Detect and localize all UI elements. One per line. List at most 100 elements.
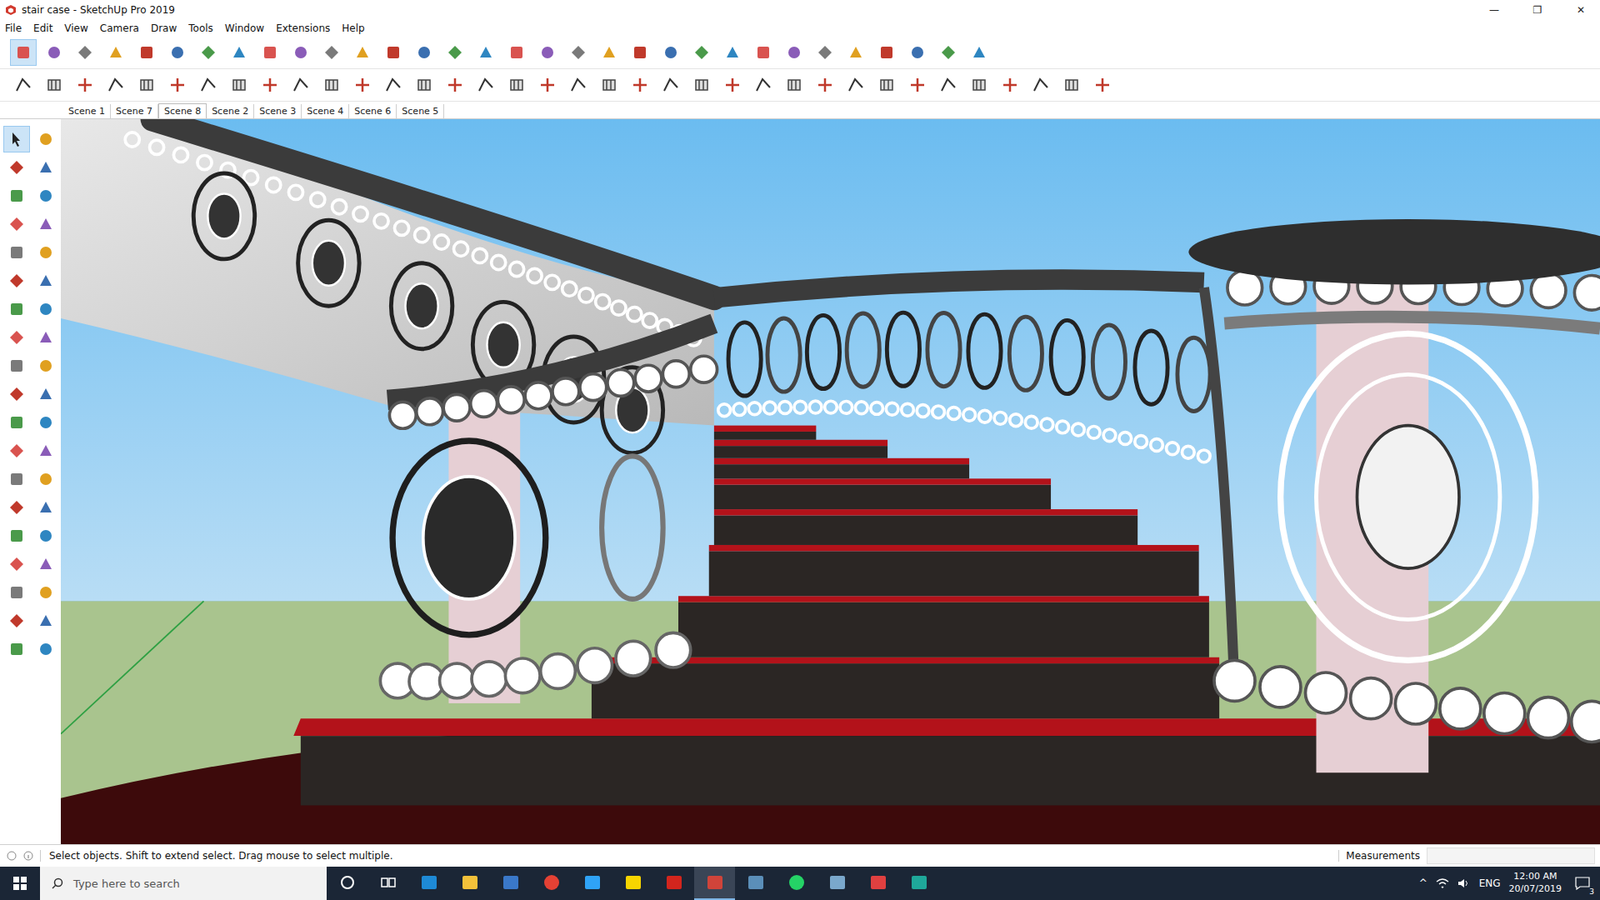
toolbar-button[interactable] bbox=[935, 71, 962, 99]
toolbar-button[interactable] bbox=[318, 71, 345, 99]
toolbar-button[interactable] bbox=[3, 607, 30, 635]
toolbar-button[interactable] bbox=[503, 39, 530, 66]
toolbar-button[interactable] bbox=[32, 437, 60, 465]
scene-tab[interactable]: Scene 8 bbox=[158, 103, 207, 119]
toolbar-button[interactable] bbox=[71, 39, 99, 66]
toolbar-button[interactable] bbox=[472, 71, 500, 99]
toolbar-button[interactable] bbox=[3, 324, 30, 351]
toolbar-button[interactable] bbox=[164, 39, 191, 66]
toolbar-button[interactable] bbox=[3, 154, 30, 181]
taskbar-app[interactable] bbox=[490, 866, 531, 900]
taskbar-app[interactable] bbox=[735, 866, 776, 900]
toolbar-button[interactable] bbox=[287, 39, 315, 66]
toolbar-button[interactable] bbox=[3, 409, 30, 436]
toolbar-button[interactable] bbox=[750, 39, 777, 66]
toolbar-button[interactable] bbox=[40, 71, 68, 99]
toolbar-button[interactable] bbox=[1058, 71, 1085, 99]
notification-button[interactable]: 3 bbox=[1570, 870, 1595, 896]
taskbar-app[interactable] bbox=[898, 866, 940, 900]
toolbar-button[interactable] bbox=[3, 125, 30, 153]
toolbar-button[interactable] bbox=[780, 71, 808, 99]
toolbar-button[interactable] bbox=[32, 295, 60, 323]
scene-tab[interactable]: Scene 5 bbox=[396, 104, 445, 119]
toolbar-button[interactable] bbox=[225, 71, 253, 99]
taskbar-app[interactable] bbox=[653, 866, 695, 900]
start-button[interactable] bbox=[0, 866, 40, 900]
toolbar-button[interactable] bbox=[534, 71, 561, 99]
toolbar-button[interactable] bbox=[256, 71, 284, 99]
toolbar-button[interactable] bbox=[996, 71, 1024, 99]
taskbar-app[interactable] bbox=[857, 866, 899, 900]
toolbar-button[interactable] bbox=[904, 39, 931, 66]
toolbar-button[interactable] bbox=[503, 71, 530, 99]
model-viewport[interactable] bbox=[60, 119, 1600, 845]
toolbar-button[interactable] bbox=[626, 39, 654, 66]
toolbar-button[interactable] bbox=[719, 71, 746, 99]
toolbar-button[interactable] bbox=[256, 39, 284, 66]
toolbar-button[interactable] bbox=[318, 39, 345, 66]
menu-item[interactable]: Draw bbox=[150, 22, 177, 35]
toolbar-button[interactable] bbox=[380, 71, 407, 99]
taskbar-search[interactable]: Type here to search bbox=[40, 866, 327, 900]
measurements-input[interactable] bbox=[1426, 847, 1595, 865]
toolbar-button[interactable] bbox=[32, 182, 60, 210]
taskbar-app[interactable] bbox=[694, 866, 735, 900]
network-icon[interactable] bbox=[1435, 877, 1450, 890]
taskbar-app[interactable] bbox=[816, 866, 858, 900]
toolbar-button[interactable] bbox=[657, 71, 685, 99]
toolbar-button[interactable] bbox=[3, 182, 30, 210]
toolbar-button[interactable] bbox=[164, 71, 191, 99]
volume-icon[interactable] bbox=[1457, 877, 1471, 890]
menu-item[interactable]: View bbox=[64, 22, 88, 35]
toolbar-button[interactable] bbox=[3, 210, 30, 238]
toolbar-button[interactable] bbox=[10, 71, 37, 99]
toolbar-button[interactable] bbox=[32, 239, 60, 266]
toolbar-button[interactable] bbox=[3, 239, 30, 266]
toolbar-button[interactable] bbox=[965, 39, 993, 66]
scene-tab[interactable]: Scene 1 bbox=[63, 104, 111, 119]
window-control-button[interactable]: ❐ bbox=[1518, 0, 1557, 20]
toolbar-button[interactable] bbox=[811, 39, 839, 66]
toolbar-button[interactable] bbox=[719, 39, 746, 66]
toolbar-button[interactable] bbox=[3, 380, 30, 408]
toolbar-button[interactable] bbox=[842, 39, 870, 66]
toolbar-button[interactable] bbox=[657, 39, 685, 66]
scene-tab[interactable]: Scene 2 bbox=[206, 104, 255, 119]
toolbar-button[interactable] bbox=[688, 39, 715, 66]
toolbar-button[interactable] bbox=[811, 71, 839, 99]
toolbar-button[interactable] bbox=[626, 71, 654, 99]
taskbar-app[interactable] bbox=[571, 866, 613, 900]
taskbar-app[interactable] bbox=[449, 866, 490, 900]
language-indicator[interactable]: ENG bbox=[1479, 877, 1501, 890]
toolbar-button[interactable] bbox=[904, 71, 931, 99]
toolbar-button[interactable] bbox=[410, 71, 438, 99]
toolbar-button[interactable] bbox=[32, 635, 60, 663]
toolbar-button[interactable] bbox=[32, 210, 60, 238]
toolbar-button[interactable] bbox=[441, 39, 469, 66]
info-icon[interactable] bbox=[23, 850, 34, 861]
toolbar-button[interactable] bbox=[873, 39, 900, 66]
toolbar-button[interactable] bbox=[3, 267, 30, 295]
taskbar-app[interactable] bbox=[367, 866, 409, 900]
menu-item[interactable]: Tools bbox=[188, 22, 214, 35]
toolbar-button[interactable] bbox=[3, 295, 30, 323]
toolbar-button[interactable] bbox=[40, 39, 68, 66]
menu-item[interactable]: Window bbox=[225, 22, 265, 35]
toolbar-button[interactable] bbox=[32, 522, 60, 550]
toolbar-button[interactable] bbox=[1089, 71, 1116, 99]
toolbar-button[interactable] bbox=[32, 409, 60, 436]
toolbar-button[interactable] bbox=[750, 71, 777, 99]
toolbar-button[interactable] bbox=[102, 39, 130, 66]
taskbar-app[interactable] bbox=[408, 866, 450, 900]
toolbar-button[interactable] bbox=[133, 39, 160, 66]
window-control-button[interactable]: ✕ bbox=[1561, 0, 1600, 20]
menu-item[interactable]: Edit bbox=[33, 22, 53, 35]
toolbar-button[interactable] bbox=[32, 125, 60, 153]
toolbar-button[interactable] bbox=[32, 154, 60, 181]
toolbar-button[interactable] bbox=[287, 71, 315, 99]
toolbar-button[interactable] bbox=[380, 39, 407, 66]
toolbar-button[interactable] bbox=[349, 71, 376, 99]
toolbar-button[interactable] bbox=[32, 324, 60, 351]
window-control-button[interactable]: — bbox=[1475, 0, 1514, 20]
toolbar-button[interactable] bbox=[595, 71, 623, 99]
